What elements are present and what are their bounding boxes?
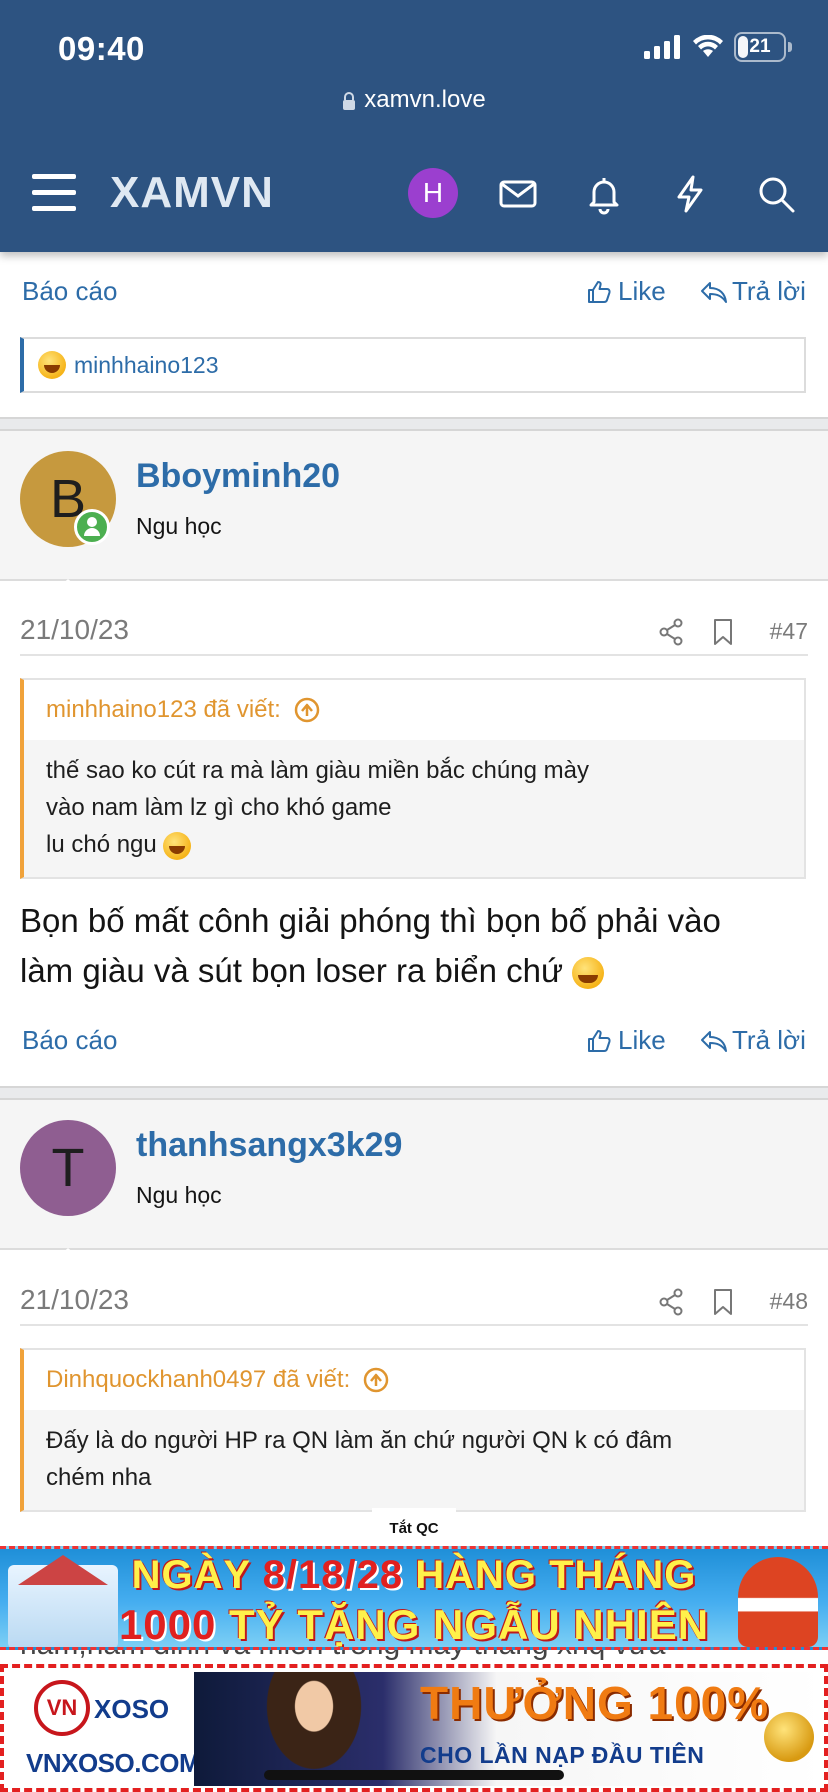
avatar[interactable]: T bbox=[20, 1120, 116, 1216]
like-label: Like bbox=[618, 276, 666, 306]
quote-line: vào nam làm lz gì cho khó game bbox=[46, 794, 392, 821]
status-icons: 21 bbox=[644, 32, 792, 62]
ad-banner-lottery[interactable]: NGÀY 8/18/28 HÀNG THÁNG 1000 TỶ TẶNG NGẪ… bbox=[0, 1546, 828, 1650]
quote-block: Dinhquockhanh0497 đã viết: Đấy là do ngư… bbox=[20, 1348, 806, 1512]
post-actions: Báo cáo Like Trả lời bbox=[0, 1025, 828, 1065]
post-divider bbox=[0, 1086, 828, 1100]
reactions-bar[interactable]: minhhaino123 bbox=[20, 337, 806, 393]
reply-label: Trả lời bbox=[732, 1025, 806, 1055]
bell-icon[interactable] bbox=[582, 172, 626, 216]
quote-author[interactable]: minhhaino123 đã viết: bbox=[46, 696, 281, 724]
vnxoso-logo: VN XOSO VNXOSO.COM bbox=[14, 1674, 201, 1786]
like-button[interactable]: Like bbox=[586, 1025, 666, 1056]
top-bar: 09:40 21 xamvn.love XAMVN H bbox=[0, 0, 828, 252]
reply-label: Trả lời bbox=[732, 276, 806, 306]
search-icon[interactable] bbox=[754, 172, 798, 216]
post-date[interactable]: 21/10/23 bbox=[20, 1284, 129, 1316]
brand-badge: VN bbox=[34, 1680, 90, 1736]
grin-emoji-icon bbox=[163, 831, 192, 860]
home-indicator[interactable] bbox=[264, 1770, 564, 1780]
menu-icon[interactable] bbox=[32, 174, 76, 212]
close-ads-button[interactable]: Tắt QC bbox=[372, 1508, 456, 1544]
post-body: Bọn bố mất cônh giải phóng thì bọn bố ph… bbox=[20, 896, 810, 996]
bonus-text: THƯỞNG 100% bbox=[420, 1677, 770, 1729]
status-time: 09:40 bbox=[58, 30, 145, 67]
share-icon[interactable] bbox=[658, 1288, 684, 1316]
arrow-up-circle-icon[interactable] bbox=[293, 696, 321, 724]
brand-word: XOSO bbox=[94, 1694, 170, 1724]
ad-subheadline: 1000 TỶ TẶNG NGẪU NHIÊN bbox=[118, 1601, 710, 1648]
url-text: xamvn.love bbox=[364, 86, 486, 113]
quote-body: thế sao ko cút ra mà làm giàu miền bắc c… bbox=[24, 740, 804, 877]
address-bar[interactable]: xamvn.love bbox=[0, 86, 828, 114]
post-actions: Báo cáo Like Trả lời bbox=[0, 276, 828, 316]
brand-domain: VNXOSO.COM bbox=[26, 1748, 201, 1778]
quote-author[interactable]: Dinhquockhanh0497 đã viết: bbox=[46, 1366, 350, 1394]
thumbs-up-icon bbox=[588, 280, 611, 303]
user-avatar-button[interactable]: H bbox=[408, 168, 458, 218]
laughing-emoji-icon bbox=[38, 351, 66, 379]
reply-icon bbox=[701, 1030, 727, 1052]
model-graphic bbox=[254, 1672, 374, 1786]
username[interactable]: Bboyminh20 bbox=[136, 457, 340, 496]
user-title: Ngu học bbox=[136, 1182, 222, 1208]
share-icon[interactable] bbox=[658, 618, 684, 646]
thumbs-up-icon bbox=[588, 1029, 611, 1052]
bolt-icon[interactable] bbox=[668, 172, 712, 216]
reaction-user[interactable]: minhhaino123 bbox=[74, 352, 219, 379]
ad-headline: NGÀY 8/18/28 HÀNG THÁNG bbox=[131, 1553, 697, 1597]
report-link[interactable]: Báo cáo bbox=[22, 276, 117, 307]
report-link[interactable]: Báo cáo bbox=[22, 1025, 117, 1056]
quote-line-with-emoji: lu chó ngu bbox=[46, 826, 782, 863]
site-logo[interactable]: XAMVN bbox=[110, 168, 274, 218]
cellular-signal-icon bbox=[644, 35, 680, 59]
bonus-subtext: CHO LẦN NẠP ĐẦU TIÊN bbox=[420, 1742, 705, 1768]
post-line-with-emoji: làm giàu và sút bọn loser ra biển chứ bbox=[20, 946, 810, 996]
post-user-block: T thanhsangx3k29 Ngu học bbox=[0, 1100, 828, 1262]
lock-icon bbox=[343, 91, 356, 110]
reply-button[interactable]: Trả lời bbox=[700, 276, 806, 307]
battery-tip bbox=[788, 42, 792, 52]
username[interactable]: thanhsangx3k29 bbox=[136, 1126, 402, 1165]
online-status-icon bbox=[74, 509, 110, 545]
site-navbar: XAMVN H bbox=[0, 160, 828, 230]
post-line: Bọn bố mất cônh giải phóng thì bọn bố ph… bbox=[20, 902, 721, 939]
like-button[interactable]: Like bbox=[586, 276, 666, 307]
quote-header[interactable]: Dinhquockhanh0497 đã viết: bbox=[24, 1350, 804, 1410]
grin-emoji-icon bbox=[572, 957, 605, 990]
quote-line: thế sao ko cút ra mà làm giàu miền bắc c… bbox=[46, 757, 589, 784]
mail-icon[interactable] bbox=[496, 172, 540, 216]
post-divider bbox=[0, 417, 828, 431]
bookmark-icon[interactable] bbox=[712, 618, 734, 646]
reply-button[interactable]: Trả lời bbox=[700, 1025, 806, 1056]
battery-indicator: 21 bbox=[734, 32, 786, 62]
quote-header[interactable]: minhhaino123 đã viết: bbox=[24, 680, 804, 740]
bookmark-icon[interactable] bbox=[712, 1288, 734, 1316]
bubble-pointer bbox=[52, 1248, 84, 1262]
post-number[interactable]: #48 bbox=[770, 1288, 808, 1315]
like-label: Like bbox=[618, 1025, 666, 1055]
post-user-block: B Bboyminh20 Ngu học bbox=[0, 431, 828, 593]
promo-area: THƯỞNG 100% CHO LẦN NẠP ĐẦU TIÊN bbox=[194, 1672, 824, 1786]
arrow-up-circle-icon[interactable] bbox=[362, 1366, 390, 1394]
coin-graphic bbox=[764, 1712, 814, 1762]
post-text-peek: nam,nam đinh và miền trong mấy tháng xnq… bbox=[0, 1650, 828, 1664]
post-number[interactable]: #47 bbox=[770, 618, 808, 645]
post-date[interactable]: 21/10/23 bbox=[20, 614, 129, 646]
quote-line: chém nha bbox=[46, 1464, 152, 1491]
post-meta: 21/10/23 #47 bbox=[20, 606, 808, 656]
battery-level: 21 bbox=[749, 36, 771, 57]
quote-line: Đấy là do người HP ra QN làm ăn chứ ngườ… bbox=[46, 1427, 673, 1454]
user-title: Ngu học bbox=[136, 513, 222, 539]
quote-block: minhhaino123 đã viết: thế sao ko cút ra … bbox=[20, 678, 806, 879]
wifi-icon bbox=[693, 35, 723, 57]
reply-icon bbox=[701, 281, 727, 303]
quote-body: Đấy là do người HP ra QN làm ăn chứ ngườ… bbox=[24, 1410, 804, 1510]
bubble-pointer bbox=[52, 579, 84, 593]
post-meta: 21/10/23 #48 bbox=[20, 1276, 808, 1326]
